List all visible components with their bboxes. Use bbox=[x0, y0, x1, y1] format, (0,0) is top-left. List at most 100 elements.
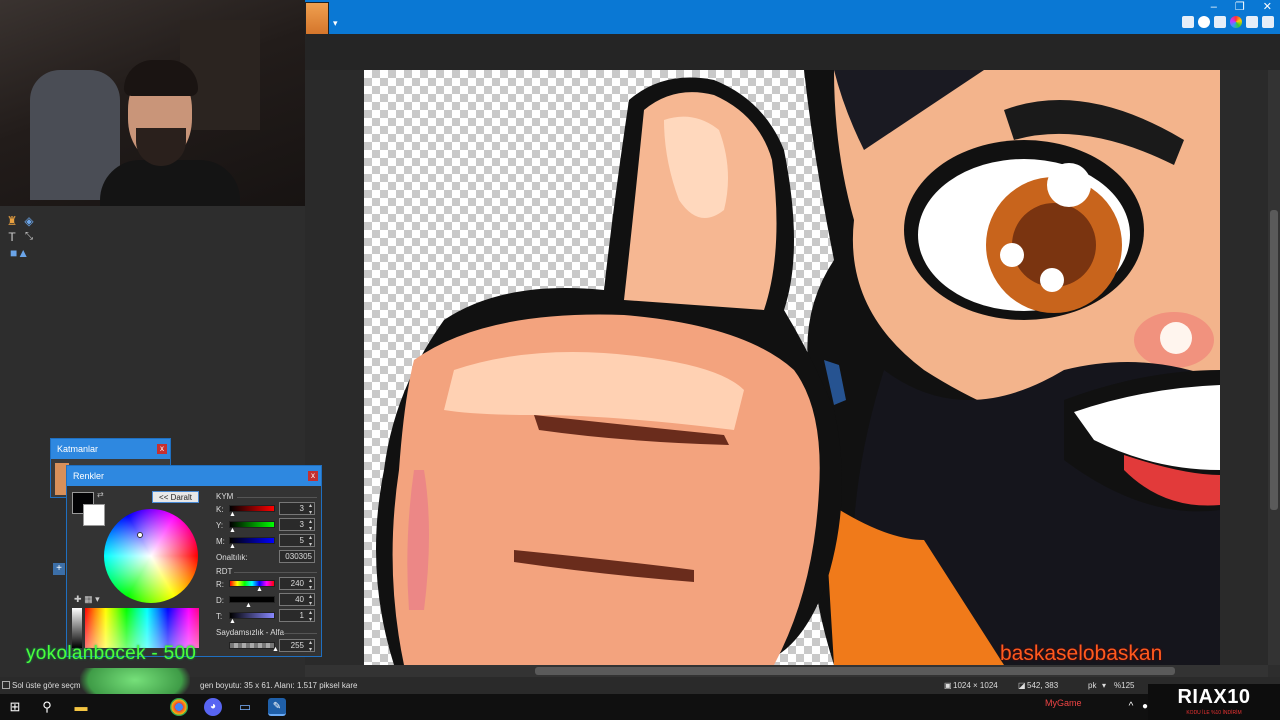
collapse-button[interactable]: << Daralt bbox=[152, 491, 199, 503]
grayscale-palette[interactable] bbox=[72, 608, 82, 648]
saturation-slider[interactable] bbox=[229, 596, 275, 603]
t-label: T: bbox=[216, 612, 223, 621]
clone-stamp-icon[interactable]: ♜ bbox=[5, 214, 19, 228]
colors-panel-title: Renkler x bbox=[67, 466, 321, 486]
webcam-body bbox=[100, 160, 240, 206]
restore-button[interactable]: ❐ bbox=[1235, 0, 1245, 14]
tools-icon[interactable] bbox=[1182, 16, 1194, 28]
tab-dropdown-icon[interactable]: ▾ bbox=[333, 18, 338, 29]
alpha-slider-handle[interactable]: ▲ bbox=[272, 646, 279, 653]
image-size: 1024 × 1024 bbox=[953, 681, 998, 690]
rdt-separator bbox=[234, 572, 317, 573]
shapes-tool-icon[interactable]: ■▲ bbox=[10, 246, 29, 260]
k-slider-handle[interactable]: ▲ bbox=[229, 511, 236, 518]
chrome-icon[interactable] bbox=[170, 698, 188, 716]
horizontal-scroll-thumb[interactable] bbox=[535, 667, 1175, 675]
value-slider-handle[interactable]: ▲ bbox=[229, 618, 236, 625]
selection-mode-icon[interactable] bbox=[2, 681, 10, 689]
colors-icon[interactable] bbox=[1230, 16, 1242, 28]
text-tool-icon[interactable]: T bbox=[5, 230, 19, 244]
saturation-slider-handle[interactable]: ▲ bbox=[245, 602, 252, 609]
webcam-overlay bbox=[0, 0, 305, 206]
kym-label: KYM bbox=[216, 492, 234, 501]
add-color-icon[interactable]: ✚ bbox=[74, 594, 82, 604]
minimize-button[interactable]: – bbox=[1211, 0, 1217, 14]
saturation-input[interactable]: 40 bbox=[279, 593, 315, 607]
riax-subtitle: KODU İLE %10 İNDİRİM bbox=[1186, 710, 1242, 716]
hue-slider-handle[interactable]: ▲ bbox=[256, 586, 263, 593]
alpha-label: Saydamsızlık - Alfa bbox=[216, 628, 285, 637]
settings-icon[interactable] bbox=[1246, 16, 1258, 28]
layers-icon[interactable] bbox=[1214, 16, 1226, 28]
palette-tools: ✚ ▦ ▾ bbox=[74, 594, 100, 605]
paint-app-icon[interactable]: ✎ bbox=[268, 698, 286, 716]
color-wheel[interactable] bbox=[104, 509, 198, 603]
color-wheel-cursor[interactable] bbox=[137, 532, 143, 538]
colors-close-button[interactable]: x bbox=[308, 471, 318, 481]
line-tool-icon[interactable]: ⤡ bbox=[22, 230, 36, 244]
m-slider-handle[interactable]: ▲ bbox=[229, 543, 236, 550]
zoom-level[interactable]: %125 bbox=[1114, 681, 1134, 690]
donation-alert-left: yokolanbocek - 500 bbox=[26, 643, 197, 664]
colors-title: Renkler bbox=[73, 471, 105, 481]
title-icons bbox=[1182, 16, 1274, 28]
d-label: D: bbox=[216, 596, 224, 605]
hex-label: Onaltılık: bbox=[216, 553, 248, 562]
hue-input[interactable]: 240 bbox=[279, 577, 315, 591]
kym-separator bbox=[237, 497, 317, 498]
hex-input[interactable]: 030305 bbox=[279, 550, 315, 563]
palette-icon[interactable] bbox=[1198, 16, 1210, 28]
alpha-separator bbox=[283, 633, 317, 634]
layers-close-button[interactable]: x bbox=[157, 444, 167, 454]
vertical-scrollbar[interactable] bbox=[1268, 70, 1280, 665]
cursor-position: 542, 383 bbox=[1027, 681, 1059, 690]
windows-start-icon[interactable]: ⊞ bbox=[6, 698, 24, 716]
eye-highlight-small bbox=[1000, 243, 1024, 267]
k-input[interactable]: 3 bbox=[279, 502, 315, 516]
horizontal-scrollbar[interactable] bbox=[305, 665, 1268, 677]
help-icon[interactable] bbox=[1262, 16, 1274, 28]
palette-menu-icon[interactable]: ▦ bbox=[84, 594, 93, 604]
rdt-label: RDT bbox=[216, 567, 233, 576]
m-label: M: bbox=[216, 537, 225, 546]
discord-icon[interactable]: ◕ bbox=[204, 698, 222, 716]
close-window-button[interactable]: ✕ bbox=[1263, 0, 1272, 14]
y-label: Y: bbox=[216, 521, 224, 530]
r-label: R: bbox=[216, 580, 224, 589]
tools-sidebar: ♜ ◈ T ⤡ ■▲ bbox=[0, 206, 44, 686]
unit-selector[interactable]: pk bbox=[1088, 681, 1096, 690]
recolor-icon[interactable]: ◈ bbox=[22, 214, 36, 228]
status-left-text: Sol üste göre seçm bbox=[12, 681, 81, 690]
file-explorer-icon[interactable]: ▬ bbox=[72, 698, 90, 716]
add-layer-button[interactable]: + bbox=[53, 563, 65, 575]
alpha-input[interactable]: 255 bbox=[279, 639, 315, 653]
cursor-position-icon: ◪ bbox=[1018, 681, 1026, 690]
swap-colors-icon[interactable]: ⇄ bbox=[97, 490, 104, 499]
artwork bbox=[376, 70, 1220, 665]
color-palette[interactable] bbox=[85, 608, 199, 648]
k-label: K: bbox=[216, 505, 224, 514]
y-slider-handle[interactable]: ▲ bbox=[229, 527, 236, 534]
colors-panel: Renkler x ⇄ << Daralt ✚ ▦ ▾ KYM K: ▲ 3 Y… bbox=[66, 465, 322, 657]
app-root: – ❐ ✕ ▾ ♜ ◈ T ⤡ ■▲ Katmanlar x + Renkler… bbox=[0, 0, 1280, 720]
sponsor-text: MyGame bbox=[1045, 698, 1082, 708]
vertical-scroll-thumb[interactable] bbox=[1270, 210, 1278, 510]
unit-dropdown-icon[interactable]: ▾ bbox=[1102, 681, 1106, 690]
monitor-app-icon[interactable]: ▭ bbox=[236, 698, 254, 716]
cheek-highlight bbox=[1160, 322, 1192, 354]
y-input[interactable]: 3 bbox=[279, 518, 315, 532]
selection-size-text: gen boyutu: 35 x 61. Alanı: 1.517 piksel… bbox=[200, 681, 358, 690]
alpha-slider[interactable] bbox=[229, 642, 275, 649]
hue-slider[interactable] bbox=[229, 580, 275, 587]
m-input[interactable]: 5 bbox=[279, 534, 315, 548]
riax-title: RIAX10 bbox=[1177, 686, 1251, 708]
layers-panel-title: Katmanlar x bbox=[51, 439, 170, 459]
value-input[interactable]: 1 bbox=[279, 609, 315, 623]
image-size-icon: ▣ bbox=[944, 681, 952, 690]
window-controls: – ❐ ✕ bbox=[1211, 0, 1272, 14]
secondary-color-swatch[interactable] bbox=[83, 504, 105, 526]
search-icon[interactable]: ⚲ bbox=[38, 698, 56, 716]
palette-dropdown-icon[interactable]: ▾ bbox=[95, 594, 100, 604]
image-canvas[interactable] bbox=[364, 70, 1220, 665]
eye-highlight-large bbox=[1047, 163, 1091, 207]
